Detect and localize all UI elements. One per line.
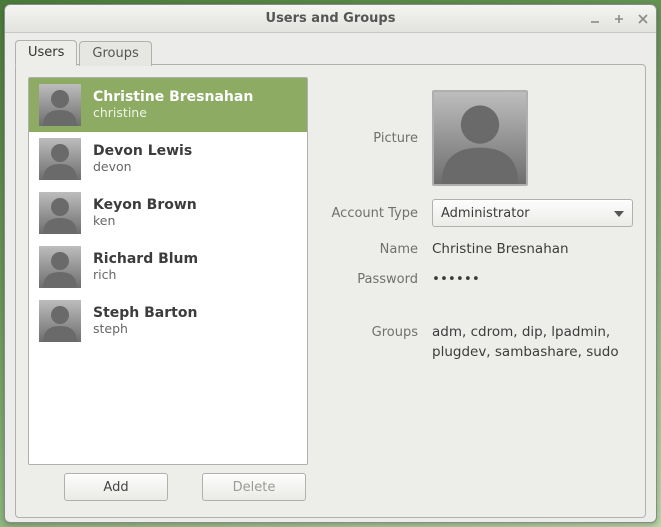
account-type-value: Administrator (441, 206, 530, 221)
tab-groups[interactable]: Groups (79, 41, 151, 66)
label-groups: Groups (322, 323, 432, 340)
row-name: Name Christine Bresnahan (322, 241, 633, 257)
titlebar[interactable]: Users and Groups (5, 5, 656, 33)
panel-body: Christine Bresnahan christine Devon Lewi… (28, 77, 633, 465)
user-username: rich (93, 267, 198, 282)
user-fullname: Devon Lewis (93, 143, 192, 159)
tab-users[interactable]: Users (15, 40, 77, 66)
user-list[interactable]: Christine Bresnahan christine Devon Lewi… (28, 77, 308, 465)
user-username: devon (93, 159, 192, 174)
label-picture: Picture (322, 131, 432, 146)
footer-buttons: Add Delete (28, 465, 633, 505)
user-list-item[interactable]: Devon Lewis devon (29, 132, 307, 186)
add-button[interactable]: Add (64, 473, 168, 501)
user-fullname: Richard Blum (93, 251, 198, 267)
avatar-icon (39, 246, 81, 288)
user-list-item[interactable]: Richard Blum rich (29, 240, 307, 294)
close-icon[interactable] (636, 12, 650, 26)
window-buttons (588, 5, 650, 33)
row-groups: Groups adm, cdrom, dip, lpadmin, plugdev… (322, 323, 633, 362)
window-title: Users and Groups (5, 11, 656, 26)
content-area: Users Groups Christine Bresnahan christi… (5, 33, 656, 522)
avatar-icon (39, 84, 81, 126)
user-fullname: Christine Bresnahan (93, 89, 253, 105)
user-username: ken (93, 213, 197, 228)
avatar-icon (39, 192, 81, 234)
avatar-icon (39, 138, 81, 180)
groups-value[interactable]: adm, cdrom, dip, lpadmin, plugdev, samba… (432, 323, 633, 362)
picture-button[interactable] (432, 90, 528, 186)
label-account-type: Account Type (322, 206, 432, 221)
user-fullname: Keyon Brown (93, 197, 197, 213)
delete-button[interactable]: Delete (202, 473, 306, 501)
maximize-icon[interactable] (612, 12, 626, 26)
user-list-item[interactable]: Steph Barton steph (29, 294, 307, 348)
row-picture: Picture (322, 83, 633, 193)
user-list-item[interactable]: Christine Bresnahan christine (29, 78, 307, 132)
chevron-down-icon (614, 206, 624, 221)
users-and-groups-window: Users and Groups Users Groups (4, 4, 657, 523)
label-password: Password (322, 272, 432, 287)
row-account-type: Account Type Administrator (322, 199, 633, 227)
users-tab-panel: Christine Bresnahan christine Devon Lewi… (15, 64, 646, 518)
user-username: steph (93, 321, 197, 336)
name-value[interactable]: Christine Bresnahan (432, 241, 633, 257)
minimize-icon[interactable] (588, 12, 602, 26)
row-password: Password •••••• (322, 271, 633, 287)
user-fullname: Steph Barton (93, 305, 197, 321)
avatar-icon (39, 300, 81, 342)
user-details: Picture Account Type Administrator (322, 77, 633, 465)
user-list-item[interactable]: Keyon Brown ken (29, 186, 307, 240)
password-value[interactable]: •••••• (432, 271, 633, 287)
label-name: Name (322, 242, 432, 257)
account-type-select[interactable]: Administrator (432, 199, 633, 227)
user-username: christine (93, 105, 253, 120)
tab-strip: Users Groups (15, 39, 646, 65)
